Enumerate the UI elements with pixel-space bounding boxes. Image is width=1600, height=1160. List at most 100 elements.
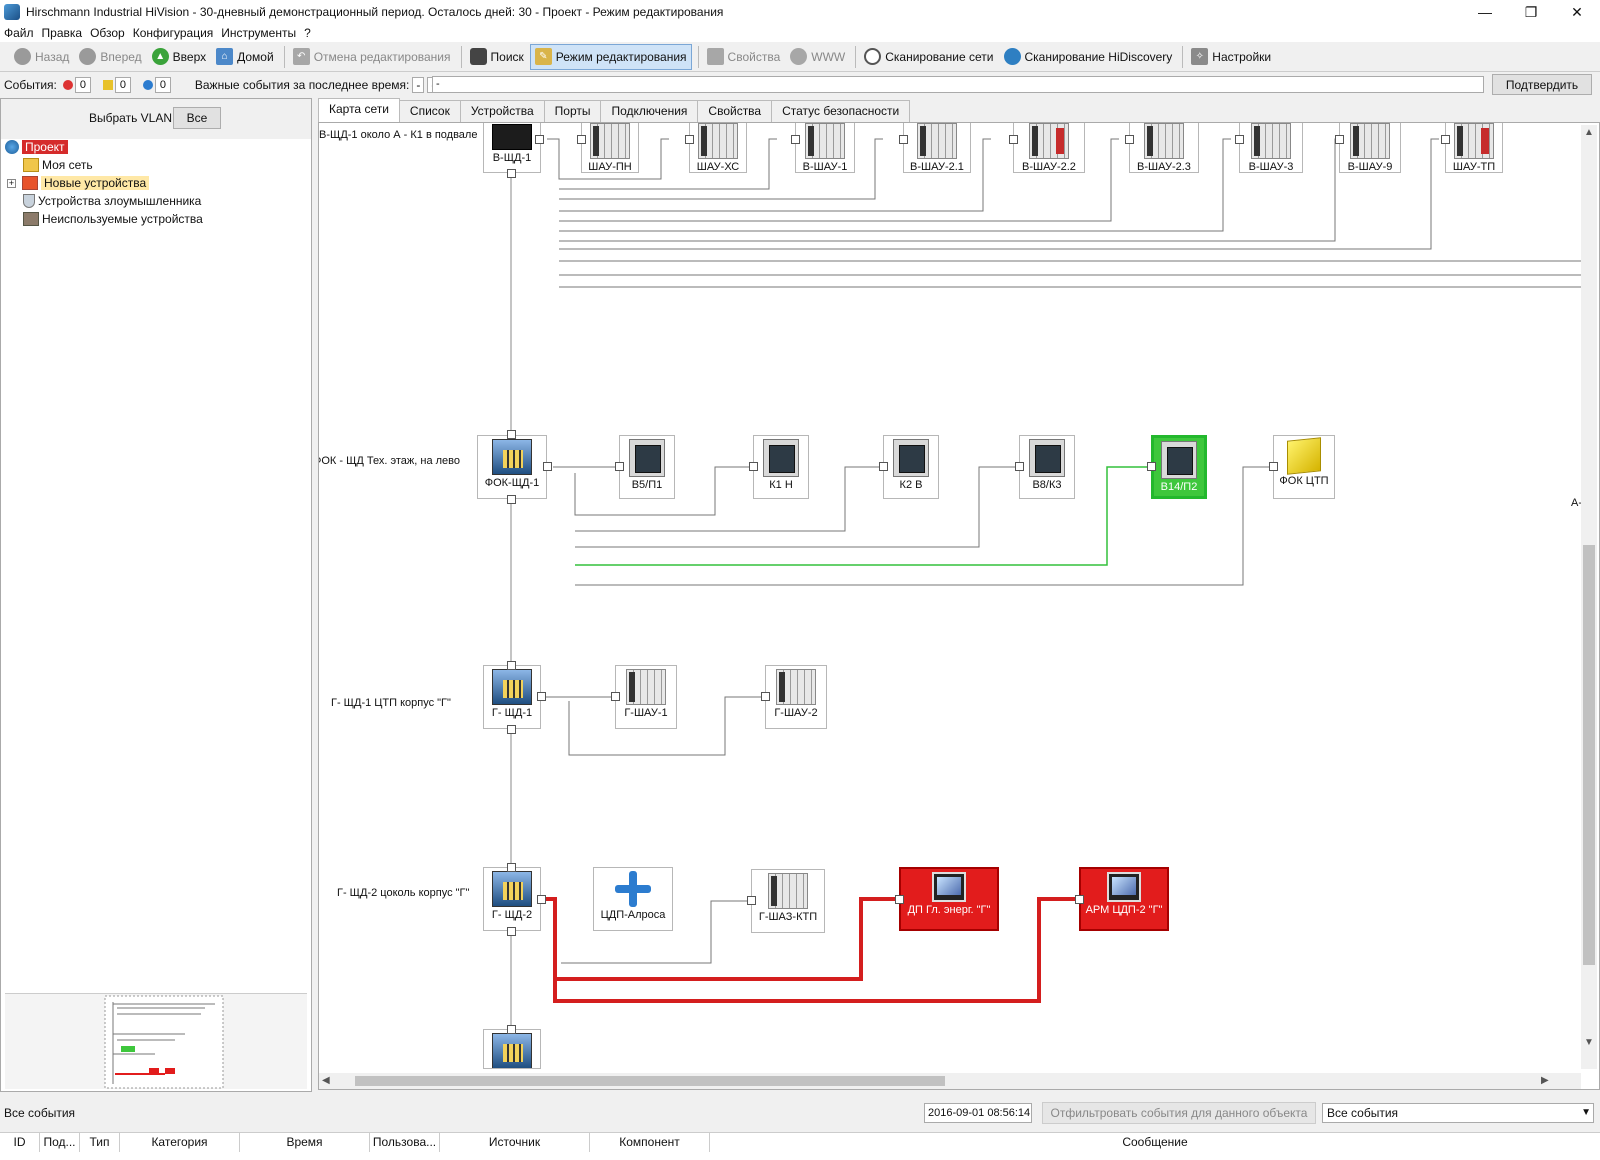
port[interactable] (749, 462, 758, 471)
port[interactable] (507, 661, 516, 670)
port[interactable] (507, 169, 516, 178)
tab-properties[interactable]: Свойства (697, 100, 773, 122)
horizontal-scroll-thumb[interactable] (355, 1076, 945, 1086)
minimize-button[interactable]: — (1462, 0, 1508, 24)
device-shau-pn[interactable]: ШАУ-ПН (581, 123, 639, 173)
device-v-shau-2-3[interactable]: В-ШАУ-2.3 (1129, 123, 1199, 173)
device-v-shd-1[interactable]: В-ЩД-1 (483, 123, 541, 173)
device-dp-gl-energ-g[interactable]: ДП Гл. энерг. "Г" (899, 867, 999, 931)
vlan-select-button[interactable]: Все (173, 107, 221, 129)
port[interactable] (791, 135, 800, 144)
device-v14-p2[interactable]: В14/П2 (1151, 435, 1207, 499)
port[interactable] (1015, 462, 1024, 471)
device-shau-hs[interactable]: ШАУ-ХС (689, 123, 747, 173)
filter-events-button[interactable]: Отфильтровать события для данного объект… (1042, 1102, 1316, 1124)
port[interactable] (507, 863, 516, 872)
column-source[interactable]: Источник (440, 1133, 590, 1152)
port[interactable] (747, 896, 756, 905)
settings-button[interactable]: ✧ Настройки (1187, 44, 1275, 70)
port[interactable] (899, 135, 908, 144)
device-v5-p1[interactable]: В5/П1 (619, 435, 675, 499)
port[interactable] (615, 462, 624, 471)
events-filter-select[interactable]: Все события ▼ (1322, 1103, 1594, 1123)
www-button[interactable]: WWW (786, 44, 849, 70)
device-fok-ctp[interactable]: ФОК ЦТП (1273, 435, 1335, 499)
device-v-shau-9[interactable]: В-ШАУ-9 (1339, 123, 1401, 173)
port[interactable] (537, 895, 546, 904)
port[interactable] (611, 692, 620, 701)
home-button[interactable]: ⌂ Домой (212, 44, 278, 70)
column-category[interactable]: Категория (120, 1133, 240, 1152)
tab-connections[interactable]: Подключения (600, 100, 699, 122)
device-v-shau-1[interactable]: В-ШАУ-1 (795, 123, 855, 173)
tree-item-my-network[interactable]: Моя сеть (23, 157, 93, 173)
edit-mode-button[interactable]: ✎ Режим редактирования (529, 43, 692, 70)
tree-item-intruder-devices[interactable]: Устройства злоумышленника (23, 193, 201, 209)
device-k1-n[interactable]: К1 Н (753, 435, 809, 499)
event-time-field[interactable]: 2016-09-01 08:56:14 (924, 1103, 1032, 1123)
port[interactable] (537, 692, 546, 701)
menu-edit[interactable]: Правка (42, 26, 83, 40)
device-partial[interactable] (483, 1029, 541, 1069)
port[interactable] (1235, 135, 1244, 144)
undo-edit-button[interactable]: ↶ Отмена редактирования (289, 44, 455, 70)
vertical-scroll-thumb[interactable] (1583, 545, 1595, 965)
network-map[interactable]: В-ЩД-1 около А - К1 в подвале ФОК - ЩД Т… (318, 122, 1600, 1090)
column-message[interactable]: Сообщение (710, 1133, 1600, 1152)
table-row[interactable] (0, 1152, 1600, 1160)
device-shau-tp[interactable]: ШАУ-ТП (1445, 123, 1503, 173)
column-type[interactable]: Тип (80, 1133, 120, 1152)
tab-devices[interactable]: Устройства (459, 100, 545, 122)
up-button[interactable]: ▲ Вверх (148, 44, 210, 70)
port[interactable] (507, 725, 516, 734)
tab-network-map[interactable]: Карта сети (318, 98, 400, 122)
device-v-shau-2-2[interactable]: В-ШАУ-2.2 (1013, 123, 1085, 173)
menu-file[interactable]: Файл (4, 26, 34, 40)
restore-button[interactable]: ❐ (1508, 0, 1554, 24)
device-g-shd-1[interactable]: Г- ЩД-1 (483, 665, 541, 729)
scroll-down-icon[interactable]: ▼ (1584, 1037, 1594, 1048)
menu-configuration[interactable]: Конфигурация (133, 26, 214, 40)
port[interactable] (895, 895, 904, 904)
forward-button[interactable]: Вперед (75, 44, 145, 70)
device-fok-shd-1[interactable]: ФОК-ЩД-1 (477, 435, 547, 499)
tree-item-unused-devices[interactable]: Неиспользуемые устройства (23, 211, 203, 227)
port[interactable] (1125, 135, 1134, 144)
port[interactable] (507, 1025, 516, 1034)
device-v8-k3[interactable]: В8/К3 (1019, 435, 1075, 499)
tab-list[interactable]: Список (398, 100, 461, 122)
vertical-scrollbar[interactable]: ▲ ▼ (1581, 125, 1597, 1069)
port[interactable] (879, 462, 888, 471)
port[interactable] (1269, 462, 1278, 471)
column-id[interactable]: ID (0, 1133, 40, 1152)
properties-button[interactable]: Свойства (703, 44, 785, 70)
port[interactable] (507, 495, 516, 504)
port[interactable] (507, 927, 516, 936)
tab-security-status[interactable]: Статус безопасности (771, 100, 911, 122)
device-v-shau-2-1[interactable]: В-ШАУ-2.1 (903, 123, 971, 173)
device-g-shd-2[interactable]: Г- ЩД-2 (483, 867, 541, 931)
close-button[interactable]: ✕ (1554, 0, 1600, 24)
tree-item-new-devices[interactable]: + Новые устройства (7, 175, 150, 191)
port[interactable] (577, 135, 586, 144)
minimap[interactable] (5, 993, 307, 1089)
search-button[interactable]: Поиск (466, 44, 528, 70)
scroll-up-icon[interactable]: ▲ (1584, 127, 1594, 138)
port[interactable] (1147, 462, 1156, 471)
port[interactable] (1009, 135, 1018, 144)
menu-view[interactable]: Обзор (90, 26, 125, 40)
device-k2-v[interactable]: К2 В (883, 435, 939, 499)
back-button[interactable]: Назад (10, 44, 73, 70)
menu-help[interactable]: ? (304, 26, 311, 40)
device-g-shaz-ktp[interactable]: Г-ШАЗ-КТП (751, 869, 825, 933)
port[interactable] (543, 462, 552, 471)
column-ack[interactable]: Под... (40, 1133, 80, 1152)
menu-tools[interactable]: Инструменты (221, 26, 296, 40)
port[interactable] (1335, 135, 1344, 144)
tree-item-project[interactable]: Проект (5, 139, 68, 155)
scan-network-button[interactable]: Сканирование сети (860, 44, 997, 70)
horizontal-scrollbar[interactable]: ◀ ▶ (319, 1073, 1581, 1089)
port[interactable] (1075, 895, 1084, 904)
scroll-right-icon[interactable]: ▶ (1541, 1075, 1549, 1086)
confirm-button[interactable]: Подтвердить (1492, 74, 1592, 95)
